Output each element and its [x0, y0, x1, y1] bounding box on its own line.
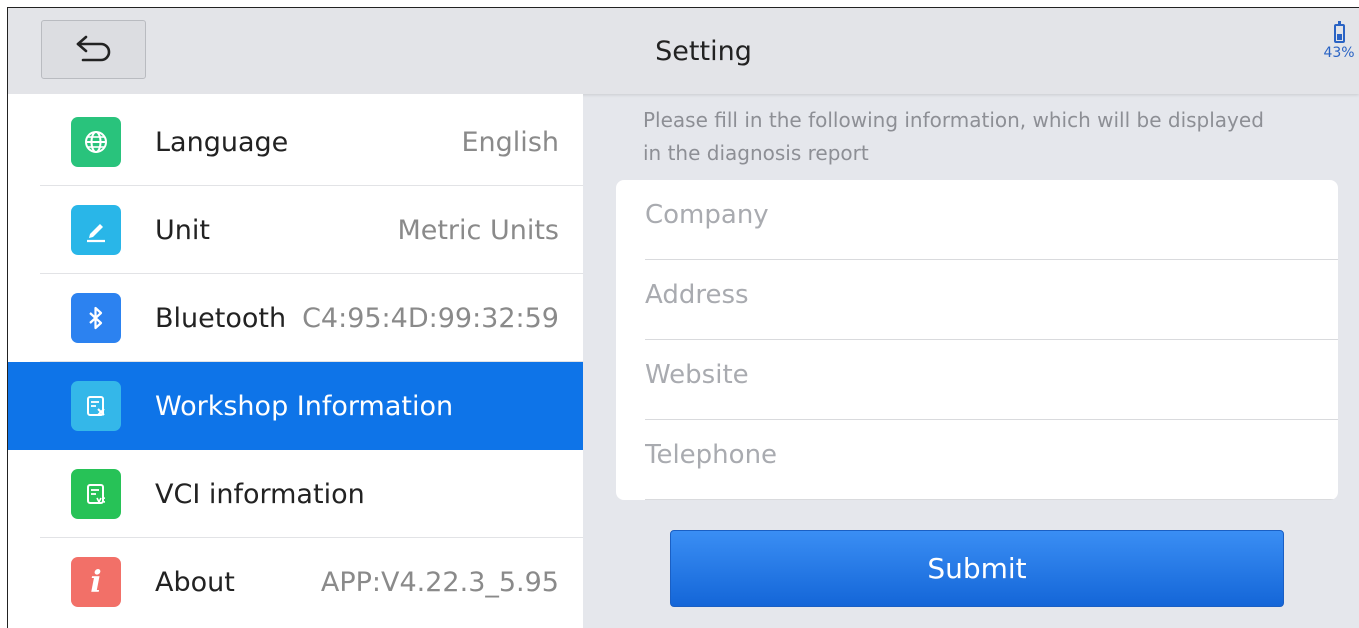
- sidebar-item-label: Unit: [155, 214, 210, 246]
- form-hint-text: Please fill in the following information…: [643, 108, 1264, 165]
- document-edit-icon: [71, 381, 121, 431]
- address-input[interactable]: [645, 279, 1338, 310]
- vci-document-icon: [71, 469, 121, 519]
- settings-sidebar: Language English Unit Metric Units Bluet…: [8, 94, 583, 628]
- sidebar-item-value: Metric Units: [397, 214, 559, 246]
- ruler-pencil-icon: [71, 205, 121, 255]
- battery-icon: [1333, 21, 1345, 43]
- telephone-input[interactable]: [645, 439, 1338, 470]
- submit-button[interactable]: Submit: [670, 530, 1284, 607]
- sidebar-item-about[interactable]: i About APP:V4.22.3_5.95: [8, 538, 583, 626]
- website-input[interactable]: [645, 359, 1338, 390]
- sidebar-item-workshop-information[interactable]: Workshop Information: [8, 362, 583, 450]
- sidebar-item-label: Workshop Information: [155, 390, 454, 422]
- sidebar-item-language[interactable]: Language English: [8, 98, 583, 186]
- company-field[interactable]: [645, 180, 1338, 260]
- sidebar-item-label: About: [155, 566, 235, 598]
- sidebar-item-value: C4:95:4D:99:32:59: [302, 302, 559, 334]
- globe-icon: [71, 117, 121, 167]
- info-icon: i: [71, 557, 121, 607]
- battery-percent: 43%: [1323, 45, 1355, 61]
- company-input[interactable]: [645, 199, 1338, 230]
- workshop-form: [616, 180, 1338, 500]
- sidebar-item-value: English: [461, 126, 560, 158]
- bluetooth-icon: [71, 293, 121, 343]
- sidebar-item-value: APP:V4.22.3_5.95: [320, 566, 559, 598]
- sidebar-item-vci-information[interactable]: VCI information: [8, 450, 583, 538]
- sidebar-item-bluetooth[interactable]: Bluetooth C4:95:4D:99:32:59: [8, 274, 583, 362]
- sidebar-item-label: Language: [155, 126, 289, 158]
- website-field[interactable]: [645, 340, 1338, 420]
- page-title: Setting: [655, 35, 752, 67]
- sidebar-item-label: Bluetooth: [155, 302, 287, 334]
- sidebar-item-label: VCI information: [155, 478, 365, 510]
- header-bar: Setting 43%: [8, 8, 1359, 94]
- telephone-field[interactable]: [645, 420, 1338, 500]
- app-window: Setting 43% Language English Unit Metric…: [7, 7, 1359, 628]
- sidebar-item-unit[interactable]: Unit Metric Units: [8, 186, 583, 274]
- address-field[interactable]: [645, 260, 1338, 340]
- battery-indicator: 43%: [1319, 21, 1359, 61]
